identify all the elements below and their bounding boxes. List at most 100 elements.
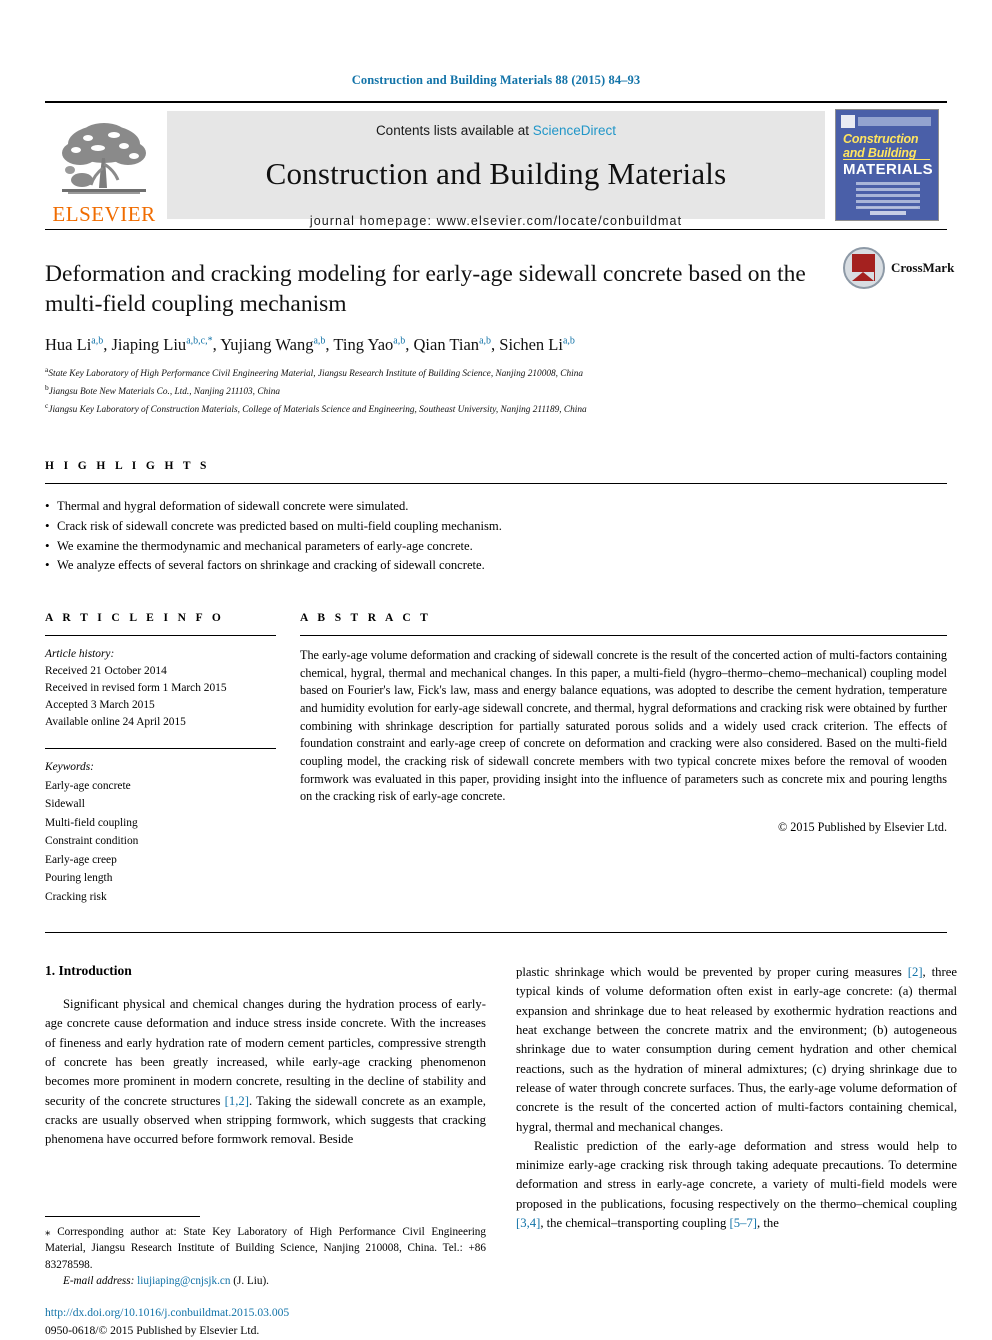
body-column-right: plastic shrinkage which would be prevent… bbox=[516, 963, 957, 1339]
cover-footer-mark bbox=[870, 211, 906, 215]
right-text-c: Realistic prediction of the early-age de… bbox=[516, 1138, 957, 1211]
contents-prefix: Contents lists available at bbox=[375, 123, 533, 138]
list-item: We analyze effects of several factors on… bbox=[45, 555, 947, 576]
keyword-item: Early-age concrete bbox=[45, 779, 131, 792]
cover-divider bbox=[843, 159, 930, 160]
citation-ref[interactable]: [5–7] bbox=[730, 1216, 757, 1230]
body-column-left: 1. Introduction Significant physical and… bbox=[45, 963, 486, 1339]
crossmark-icon bbox=[843, 247, 885, 289]
email-link[interactable]: liujiaping@cnjsjk.cn bbox=[137, 1275, 230, 1287]
cover-line-2: and Building bbox=[843, 146, 917, 160]
citation-ref[interactable]: [3,4] bbox=[516, 1216, 540, 1230]
author-affil-marker: a,b bbox=[91, 335, 104, 347]
author-item[interactable]: Yujiang Wanga,b bbox=[220, 335, 325, 354]
crossmark-label: CrossMark bbox=[891, 260, 955, 275]
abstract-column: A B S T R A C T The early-age volume def… bbox=[298, 612, 947, 906]
affiliation-list: aState Key Laboratory of High Performanc… bbox=[45, 364, 947, 418]
intro-paragraph-right-2: Realistic prediction of the early-age de… bbox=[516, 1137, 957, 1233]
article-info-column: A R T I C L E I N F O Article history: R… bbox=[45, 612, 298, 906]
journal-masthead: ELSEVIER Contents lists available at Sci… bbox=[45, 101, 947, 229]
info-abstract-region: A R T I C L E I N F O Article history: R… bbox=[45, 612, 947, 906]
title-block: CrossMark Deformation and cracking model… bbox=[45, 230, 954, 418]
cover-top-bar bbox=[858, 117, 931, 126]
history-revised: Received in revised form 1 March 2015 bbox=[45, 682, 227, 695]
keyword-item: Pouring length bbox=[45, 872, 113, 885]
doi-block: http://dx.doi.org/10.1016/j.conbuildmat.… bbox=[45, 1305, 486, 1339]
section-heading-introduction: 1. Introduction bbox=[45, 963, 132, 979]
author-name: Jiaping Liu bbox=[111, 335, 187, 355]
intro-text-a: Significant physical and chemical change… bbox=[45, 997, 486, 1108]
author-item[interactable]: Hua Lia,b bbox=[45, 335, 103, 354]
contents-lists-line: Contents lists available at ScienceDirec… bbox=[376, 123, 616, 138]
list-item: Crack risk of sidewall concrete was pred… bbox=[45, 516, 947, 537]
history-accepted: Accepted 3 March 2015 bbox=[45, 699, 155, 712]
history-online: Available online 24 April 2015 bbox=[45, 716, 186, 729]
article-history-block: Article history: Received 21 October 201… bbox=[45, 636, 276, 732]
author-list: Hua Lia,b, Jiaping Liua,b,c,*, Yujiang W… bbox=[45, 335, 575, 355]
intro-paragraph-left: Significant physical and chemical change… bbox=[45, 995, 486, 1149]
body-columns: 1. Introduction Significant physical and… bbox=[45, 963, 957, 1339]
citation-ref[interactable]: [1,2] bbox=[225, 1094, 249, 1108]
affiliation-text: State Key Laboratory of High Performance… bbox=[48, 369, 584, 380]
doi-link[interactable]: http://dx.doi.org/10.1016/j.conbuildmat.… bbox=[45, 1305, 486, 1321]
email-label: E-mail address: bbox=[63, 1274, 135, 1287]
elsevier-logo: ELSEVIER bbox=[45, 103, 163, 229]
keyword-item: Constraint condition bbox=[45, 835, 139, 848]
affiliation-item: aState Key Laboratory of High Performanc… bbox=[45, 364, 947, 382]
author-item[interactable]: Ting Yaoa,b bbox=[333, 335, 405, 354]
author-item[interactable]: Qian Tiana,b bbox=[414, 335, 492, 354]
journal-title: Construction and Building Materials bbox=[265, 156, 727, 191]
keywords-block: Keywords: Early-age concrete Sidewall Mu… bbox=[45, 749, 276, 906]
sciencedirect-link[interactable]: ScienceDirect bbox=[533, 123, 616, 138]
corresponding-author-note: ⁎ Corresponding author at: State Key Lab… bbox=[45, 1226, 486, 1271]
right-text-b: , three typical kinds of volume deformat… bbox=[516, 965, 957, 1134]
footnote-rule bbox=[45, 1216, 200, 1218]
author-name: Sichen Li bbox=[499, 335, 563, 355]
journal-cover-thumbnail: Construction and Building MATERIALS bbox=[829, 103, 947, 229]
keyword-item: Multi-field coupling bbox=[45, 816, 138, 829]
keyword-item: Sidewall bbox=[45, 798, 85, 811]
crossmark-badge[interactable]: CrossMark bbox=[843, 244, 954, 292]
affiliation-item: bJiangsu Bote New Materials Co., Ltd., N… bbox=[45, 382, 947, 400]
cover-blurb-lines bbox=[856, 182, 920, 209]
keyword-item: Early-age creep bbox=[45, 853, 117, 866]
journal-homepage-link[interactable]: journal homepage: www.elsevier.com/locat… bbox=[310, 214, 682, 228]
left-column-bottom: ⁎ Corresponding author at: State Key Lab… bbox=[45, 1150, 486, 1340]
author-affil-marker: a,b bbox=[313, 335, 326, 347]
author-item[interactable]: Jiaping Liua,b,c,* bbox=[111, 335, 212, 354]
issn-copyright-line: 0950-0618/© 2015 Published by Elsevier L… bbox=[45, 1324, 260, 1338]
list-item: We examine the thermodynamic and mechani… bbox=[45, 536, 947, 557]
highlights-section: H I G H L I G H T S Thermal and hygral d… bbox=[45, 460, 947, 576]
cover-elsevier-mark-icon bbox=[841, 115, 855, 128]
journal-band: Contents lists available at ScienceDirec… bbox=[167, 111, 825, 228]
affiliation-text: Jiangsu Key Laboratory of Construction M… bbox=[48, 405, 587, 416]
article-info-heading: A R T I C L E I N F O bbox=[45, 611, 225, 624]
right-text-e: , the bbox=[757, 1216, 779, 1231]
email-note: E-mail address: liujiaping@cnjsjk.cn (J.… bbox=[45, 1273, 486, 1289]
abstract-copyright: © 2015 Published by Elsevier Ltd. bbox=[777, 820, 947, 835]
list-item: Thermal and hygral deformation of sidewa… bbox=[45, 496, 947, 517]
intro-paragraph-right-1: plastic shrinkage which would be prevent… bbox=[516, 963, 957, 1137]
elsevier-tree-icon bbox=[62, 123, 146, 194]
author-item[interactable]: Sichen Lia,b bbox=[499, 335, 575, 354]
author-affil-marker: a,b,c,* bbox=[186, 335, 213, 347]
author-name: Ting Yao bbox=[333, 335, 394, 355]
footnote-block: ⁎ Corresponding author at: State Key Lab… bbox=[45, 1216, 486, 1339]
email-suffix: (J. Liu). bbox=[233, 1274, 269, 1287]
cover-line-1: Construction bbox=[843, 132, 919, 146]
affiliation-item: cJiangsu Key Laboratory of Construction … bbox=[45, 400, 947, 418]
cover-line-3: MATERIALS bbox=[843, 161, 933, 178]
highlights-heading: H I G H L I G H T S bbox=[45, 460, 210, 473]
keyword-item: Cracking risk bbox=[45, 890, 107, 903]
cover-footer-rule bbox=[858, 207, 918, 208]
author-name: Yujiang Wang bbox=[220, 335, 314, 355]
right-text-d: , the chemical–transporting coupling bbox=[540, 1216, 730, 1231]
author-name: Hua Li bbox=[45, 335, 92, 355]
highlights-list: Thermal and hygral deformation of sidewa… bbox=[45, 484, 947, 576]
abstract-text: The early-age volume deformation and cra… bbox=[300, 647, 947, 804]
author-affil-marker: a,b bbox=[393, 335, 406, 347]
elsevier-wordmark: ELSEVIER bbox=[52, 202, 156, 226]
article-history-title: Article history: bbox=[45, 647, 115, 660]
page-title: Deformation and cracking modeling for ea… bbox=[45, 261, 806, 317]
citation-ref[interactable]: [2] bbox=[908, 965, 923, 979]
